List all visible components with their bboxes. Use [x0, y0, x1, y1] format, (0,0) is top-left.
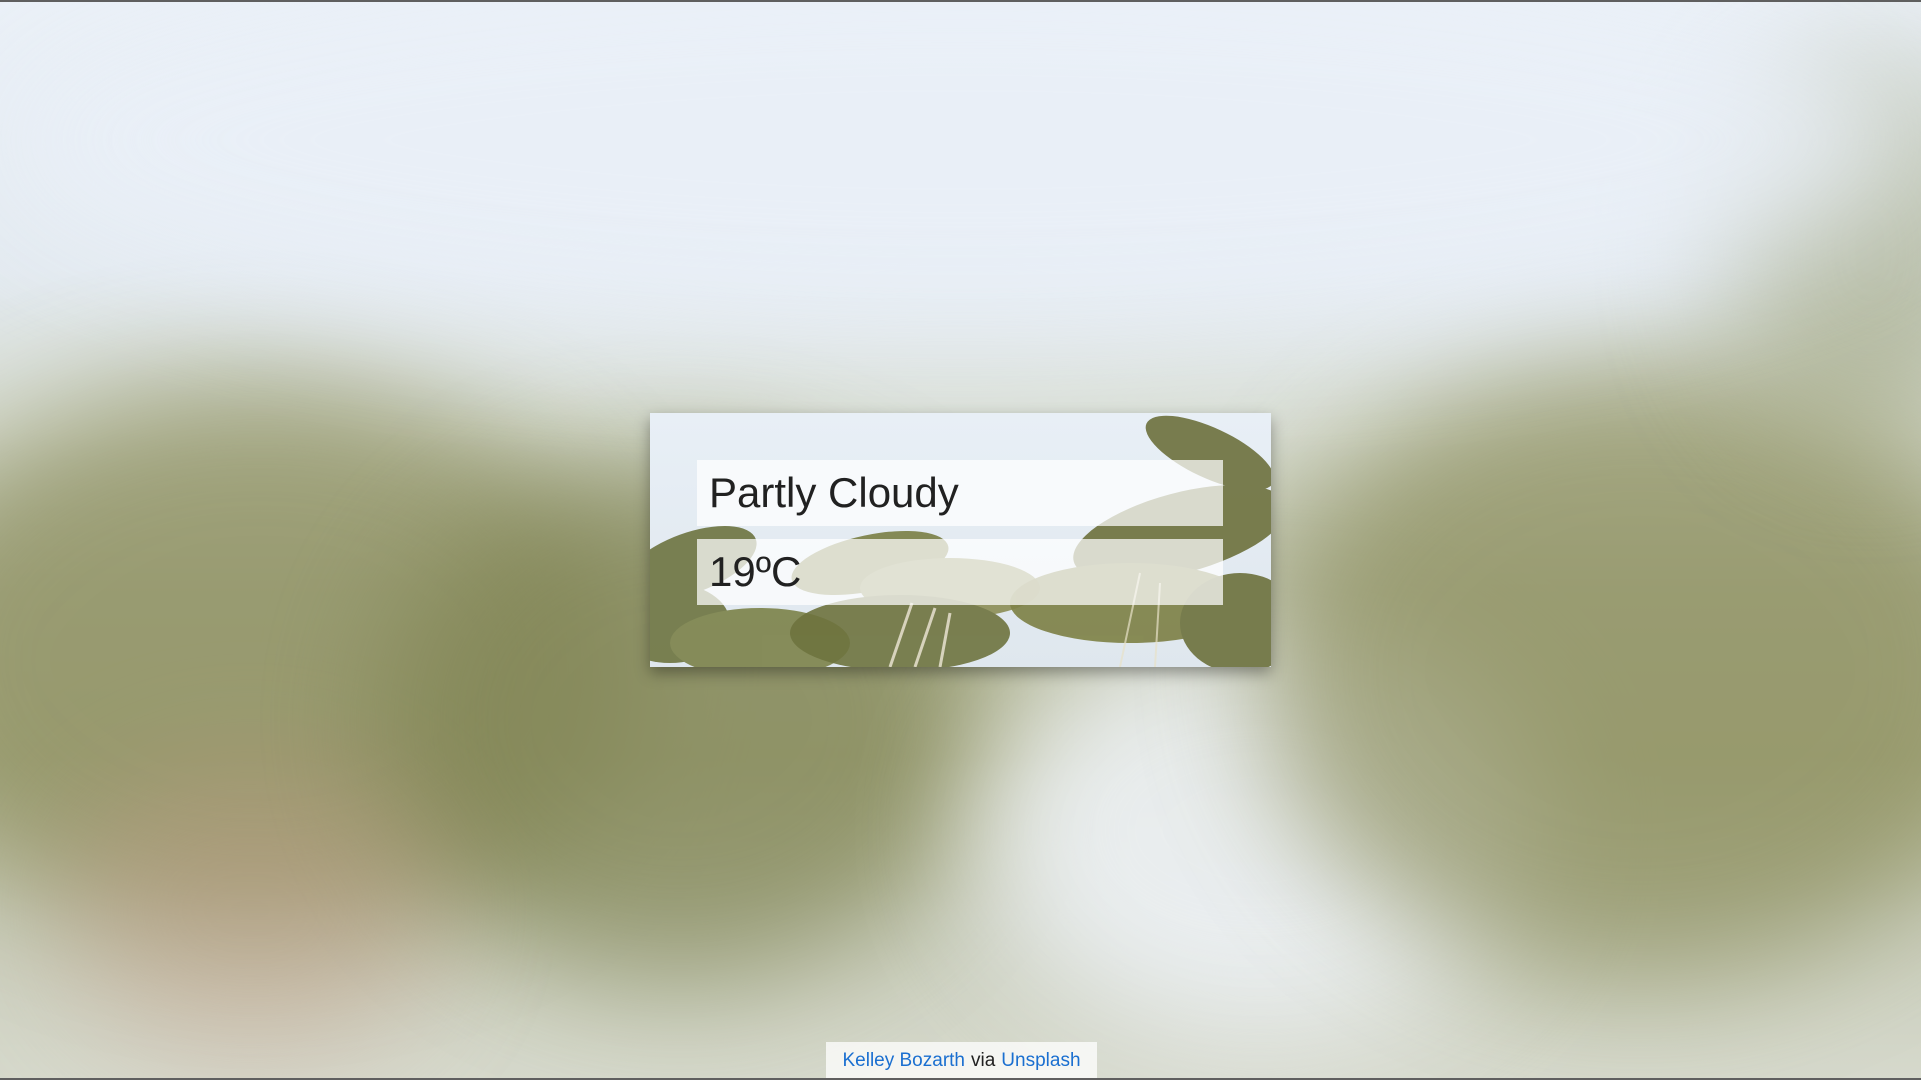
weather-condition: Partly Cloudy: [697, 460, 1223, 526]
photo-credit: Kelley Bozarth via Unsplash: [826, 1042, 1097, 1080]
unsplash-link[interactable]: Unsplash: [1001, 1050, 1080, 1072]
photographer-link[interactable]: Kelley Bozarth: [842, 1050, 965, 1072]
weather-card: Partly Cloudy 19ºC: [650, 413, 1271, 667]
window-top-border: [0, 0, 1921, 2]
credit-via-text: via: [971, 1050, 996, 1071]
temperature-reading: 19ºC: [697, 539, 1223, 605]
